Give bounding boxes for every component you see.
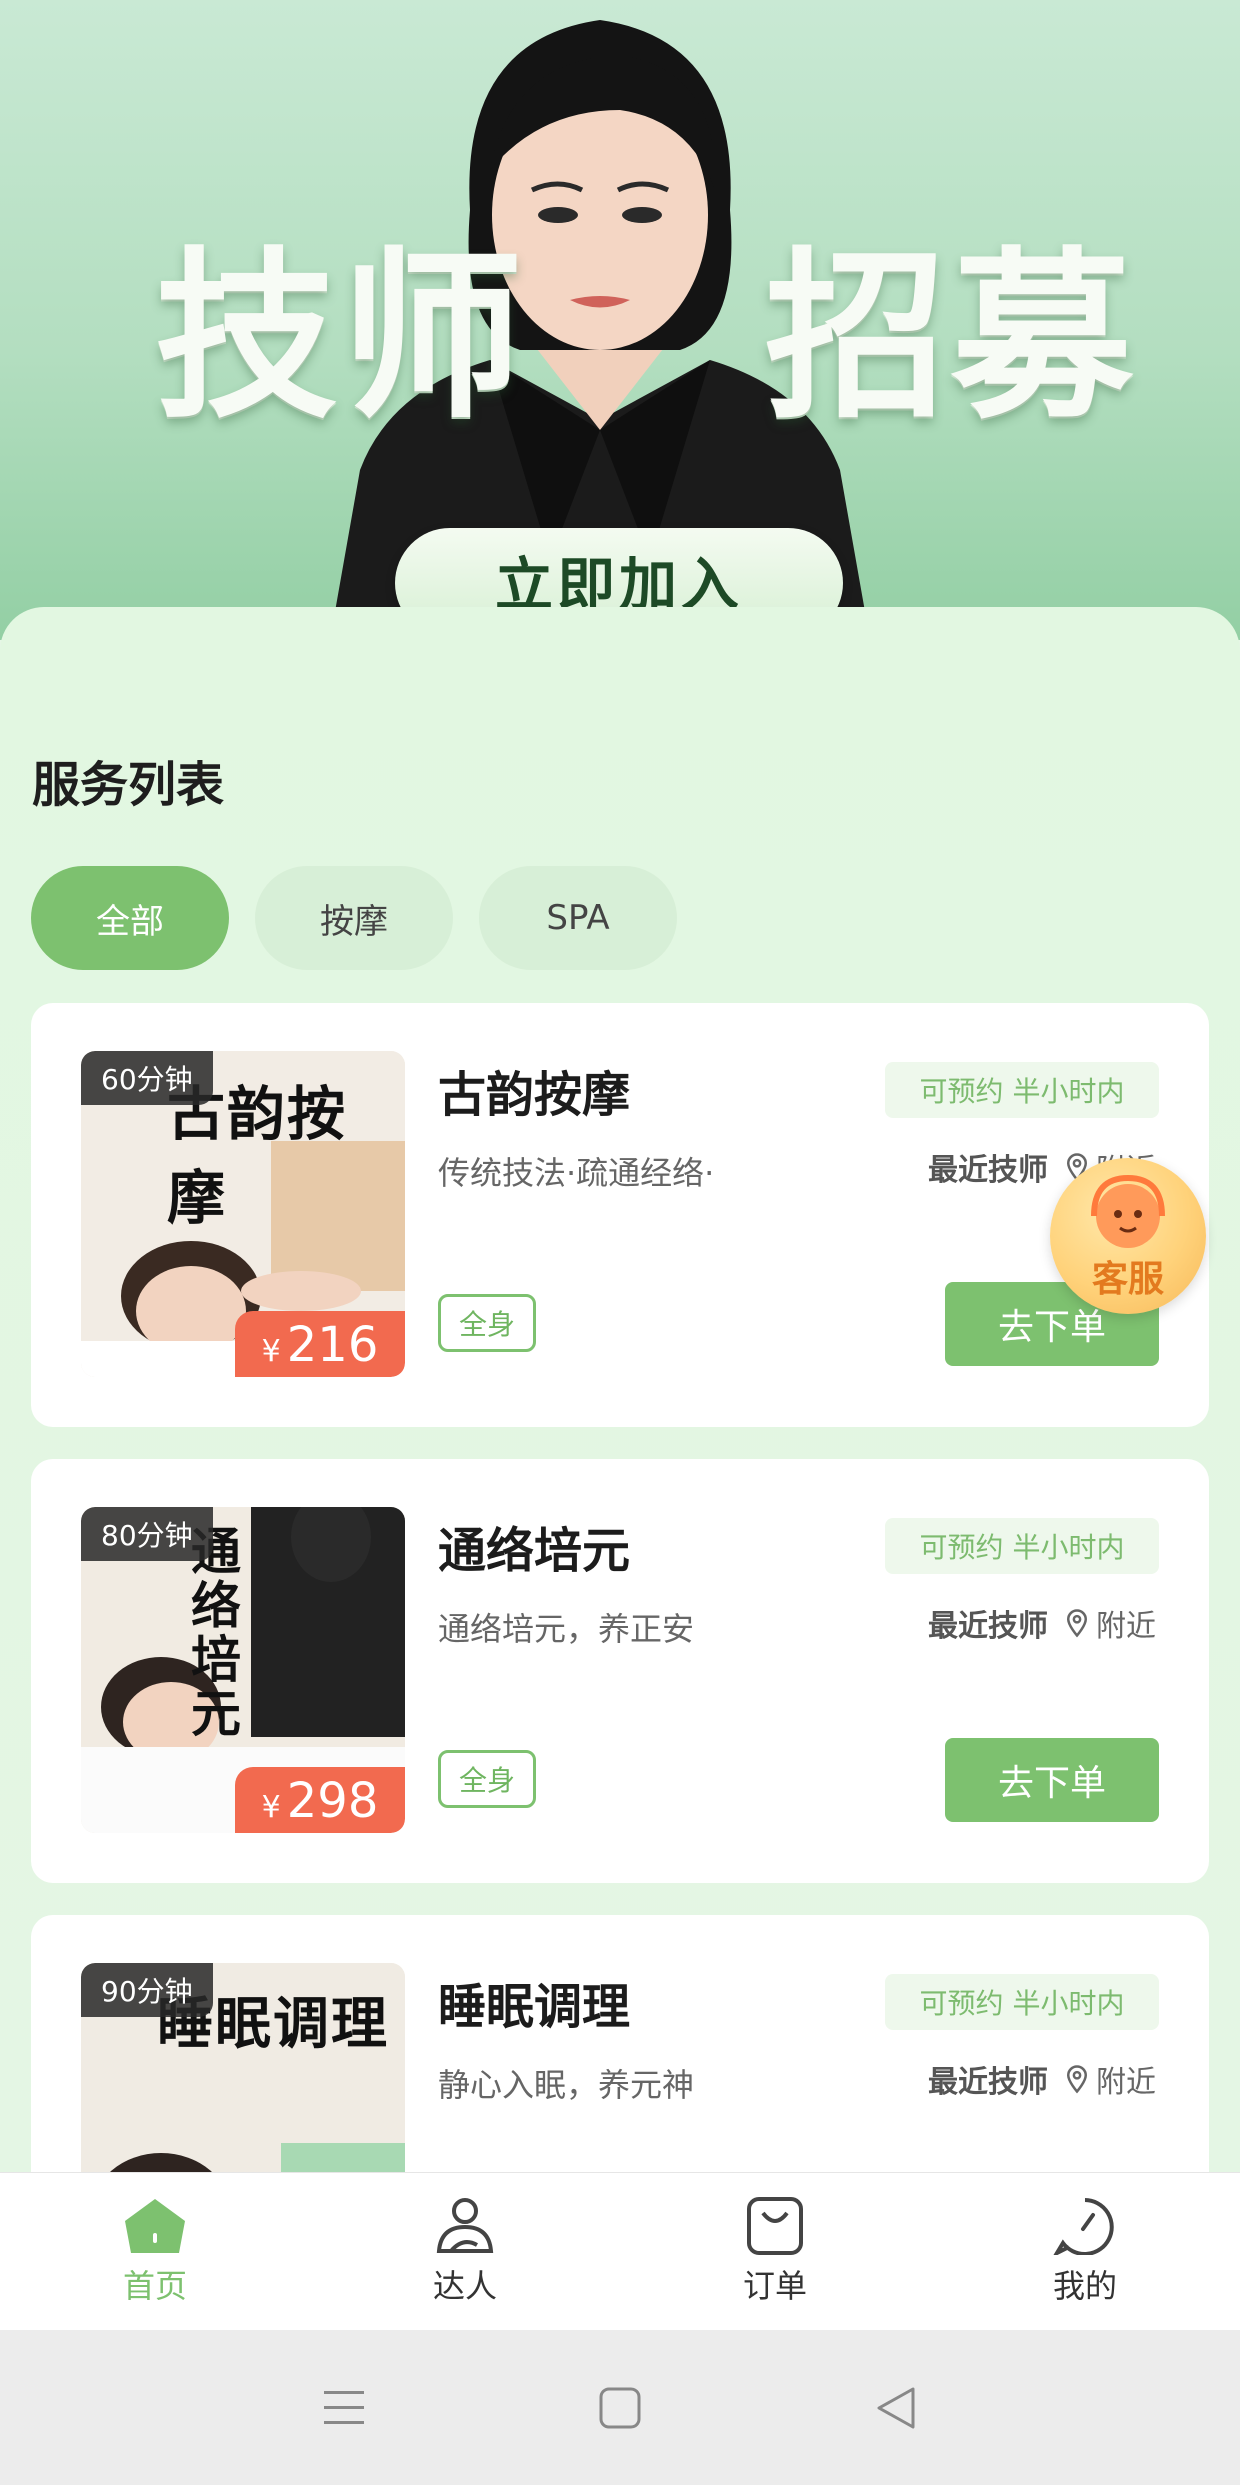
- price-badge: ¥ 298: [235, 1767, 405, 1833]
- bag-icon: [747, 2197, 803, 2255]
- tab-massage[interactable]: 按摩: [255, 866, 453, 970]
- tab-spa[interactable]: SPA: [479, 866, 677, 970]
- hero-title-left: 技师: [155, 231, 527, 443]
- service-card[interactable]: 古韵按摩 60分钟 ¥ 216 古韵按摩 传统技法·疏通经络· 可预约 半小时内…: [31, 1003, 1209, 1427]
- back-icon[interactable]: [873, 2385, 919, 2431]
- nav-profile-label: 我的: [1052, 2267, 1117, 2305]
- body-tag: 全身: [438, 1750, 536, 1808]
- nav-profile[interactable]: 我的: [930, 2173, 1240, 2330]
- service-thumbnail: 古韵按摩 60分钟 ¥ 216: [81, 1051, 405, 1377]
- location-pin-icon: [1066, 2065, 1088, 2094]
- price-value: 216: [286, 1317, 379, 1373]
- customer-service-button[interactable]: 客服: [1050, 1158, 1206, 1314]
- bottom-navigation: 首页 达人 订单 我的: [0, 2172, 1240, 2330]
- location-text: 附近: [1096, 1609, 1156, 1644]
- app-screen: 技师 招募 立即加入 服务列表 全部 按摩 SPA 古韵按摩 60分钟 ¥ 21…: [0, 0, 1240, 2485]
- availability-badge: 可预约 半小时内: [885, 1518, 1159, 1574]
- menu-icon[interactable]: [321, 2385, 367, 2431]
- currency-symbol: ¥: [261, 1334, 281, 1369]
- price-value: 298: [286, 1773, 379, 1829]
- service-description: 传统技法·疏通经络·: [438, 1154, 715, 1192]
- person-icon: [436, 2198, 494, 2253]
- nearest-label: 最近技师: [928, 2065, 1048, 2100]
- service-card[interactable]: 通络培元 80分钟 ¥ 298 通络培元 通络培元，养正安 可预约 半小时内 最…: [31, 1459, 1209, 1883]
- nav-home-label: 首页: [122, 2267, 187, 2305]
- location: 附近: [1062, 2057, 1156, 2101]
- system-navigation-bar: [0, 2330, 1240, 2485]
- nav-experts[interactable]: 达人: [310, 2173, 620, 2330]
- service-thumbnail: 通络培元 80分钟 ¥ 298: [81, 1507, 405, 1833]
- category-tabs: 全部 按摩 SPA: [31, 866, 677, 970]
- profile-icon: [1053, 2198, 1114, 2255]
- nav-orders-label: 订单: [742, 2267, 807, 2305]
- location: 附近: [1062, 1601, 1156, 1645]
- price-badge: ¥ 216: [235, 1311, 405, 1377]
- availability-badge: 可预约 半小时内: [885, 1062, 1159, 1118]
- service-description: 静心入眠，养元神: [438, 2066, 695, 2104]
- nav-experts-label: 达人: [432, 2267, 497, 2305]
- nearest-label: 最近技师: [928, 1609, 1048, 1644]
- nearest-label: 最近技师: [928, 1153, 1048, 1188]
- nav-home[interactable]: 首页: [0, 2173, 310, 2330]
- hero-title-right: 招募: [765, 231, 1137, 443]
- duration-badge: 80分钟: [81, 1507, 213, 1561]
- service-title: 睡眠调理: [438, 1979, 631, 2035]
- nearest-technician: 最近技师 附近: [928, 1601, 1156, 1645]
- location-text: 附近: [1096, 2065, 1156, 2100]
- duration-badge: 60分钟: [81, 1051, 213, 1105]
- order-button[interactable]: 去下单: [945, 1738, 1159, 1822]
- home-square-icon[interactable]: [597, 2385, 643, 2431]
- availability-badge: 可预约 半小时内: [885, 1974, 1159, 2030]
- location-pin-icon: [1066, 1609, 1088, 1638]
- service-description: 通络培元，养正安: [438, 1610, 695, 1648]
- service-title: 古韵按摩: [438, 1067, 631, 1123]
- currency-symbol: ¥: [261, 1790, 281, 1825]
- section-title: 服务列表: [32, 757, 225, 813]
- service-title: 通络培元: [438, 1523, 631, 1579]
- duration-badge: 90分钟: [81, 1963, 213, 2017]
- home-icon: [125, 2199, 185, 2253]
- nearest-technician: 最近技师 附近: [928, 2057, 1156, 2101]
- customer-service-label: 客服: [1091, 1259, 1164, 1300]
- recruitment-banner[interactable]: 技师 招募 立即加入: [0, 0, 1240, 640]
- tab-all[interactable]: 全部: [31, 866, 229, 970]
- body-tag: 全身: [438, 1294, 536, 1352]
- nav-orders[interactable]: 订单: [620, 2173, 930, 2330]
